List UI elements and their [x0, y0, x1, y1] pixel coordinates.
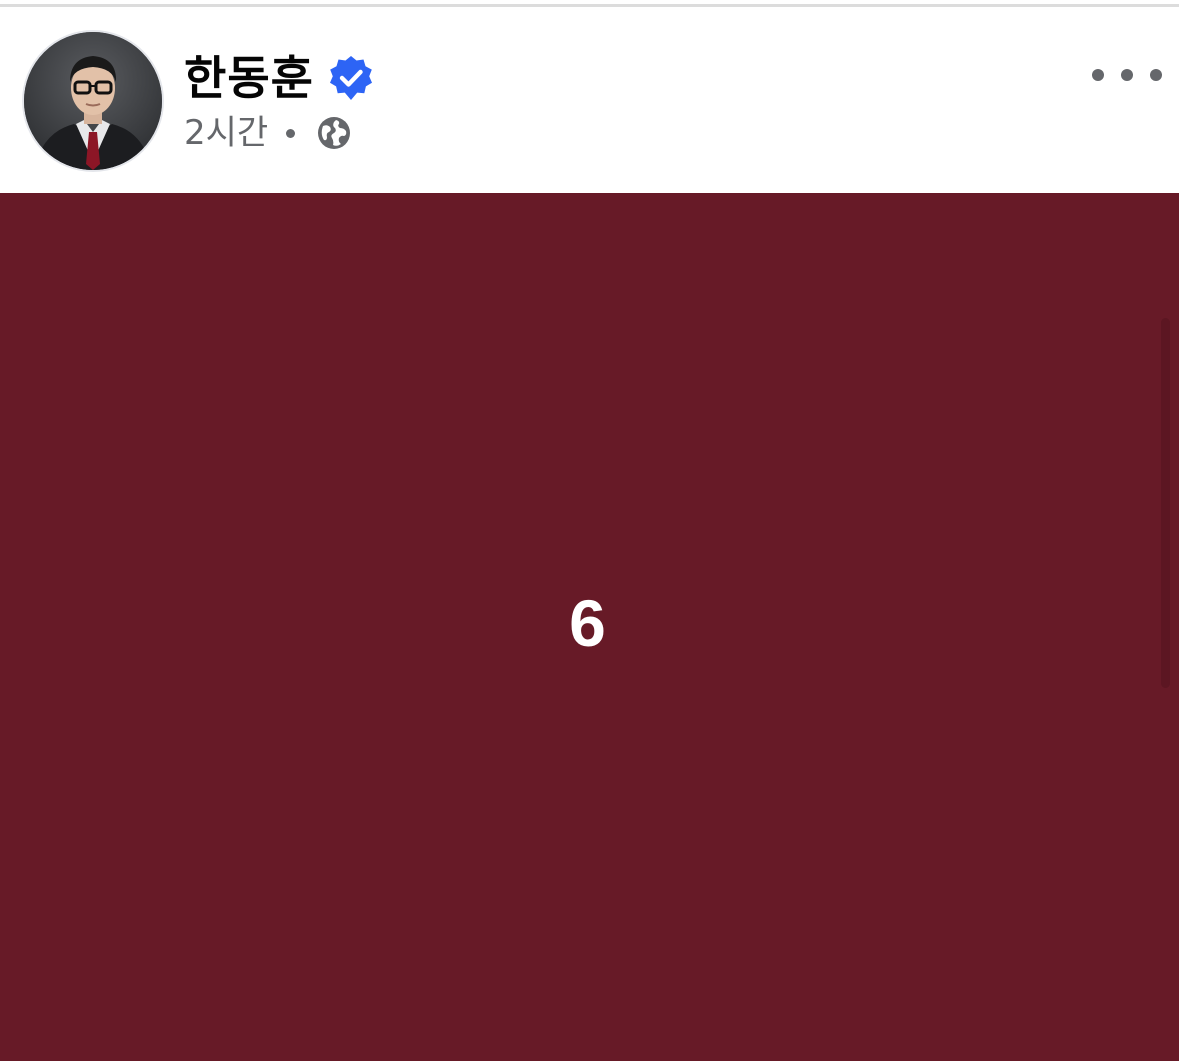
- separator-dot: [286, 128, 296, 138]
- avatar-portrait-icon: [24, 32, 162, 170]
- author-avatar[interactable]: [22, 30, 164, 172]
- post-timestamp[interactable]: 2시간: [184, 111, 268, 155]
- more-horizontal-icon: [1121, 69, 1133, 81]
- author-name[interactable]: 한동훈: [184, 50, 314, 106]
- more-horizontal-icon: [1092, 69, 1104, 81]
- post-header: 한동훈 2시간: [0, 7, 1179, 193]
- post-meta: 2시간: [184, 111, 352, 155]
- post-media[interactable]: 6: [0, 193, 1179, 1061]
- more-options-button[interactable]: [1092, 55, 1162, 95]
- media-counter: 6: [569, 586, 606, 660]
- globe-icon[interactable]: [316, 115, 352, 151]
- verified-badge-icon: [330, 56, 372, 100]
- more-horizontal-icon: [1150, 69, 1162, 81]
- scrollbar[interactable]: [1161, 318, 1170, 688]
